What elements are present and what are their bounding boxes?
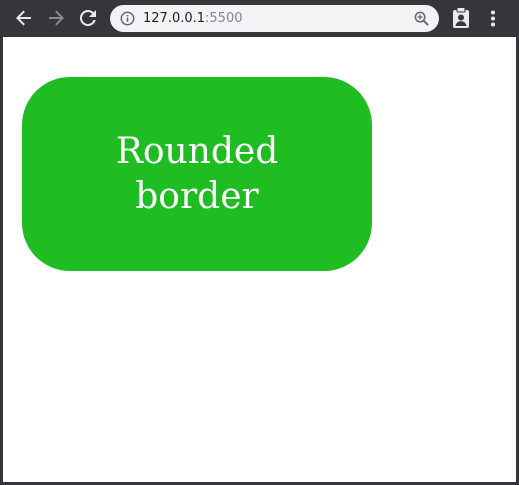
extension-button[interactable] [450,6,472,30]
reload-icon [80,10,96,26]
url-text: 127.0.0.1:5500 [143,10,243,27]
clipboard-person-icon [453,7,469,28]
browser-toolbar: 127.0.0.1:5500 [0,0,519,37]
zoom-in-icon[interactable] [414,11,429,26]
back-button[interactable] [12,6,36,30]
forward-button[interactable] [44,6,68,30]
reload-button[interactable] [76,6,100,30]
menu-button[interactable] [484,6,502,30]
arrow-right-icon [49,10,64,26]
page-viewport: Rounded border [3,37,516,482]
url-host: 127.0.0.1 [143,11,206,26]
url-port: :5500 [205,11,243,26]
box-text: Rounded border [115,131,279,217]
browser-window: 127.0.0.1:5500 Rounded border [0,0,519,485]
address-bar[interactable]: 127.0.0.1:5500 [110,5,439,32]
info-icon[interactable] [120,11,135,26]
arrow-left-icon [16,10,31,26]
kebab-menu-icon [491,10,495,27]
rounded-border-box: Rounded border [22,77,372,271]
